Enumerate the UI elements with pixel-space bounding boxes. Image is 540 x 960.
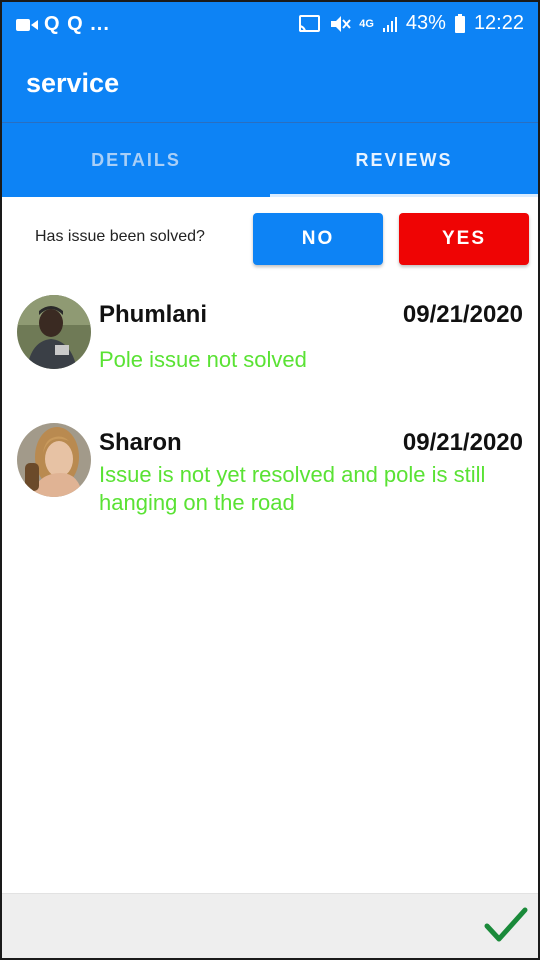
page-title: service [26,68,120,98]
battery-percent: 43% [405,12,446,34]
status-notifications: Q Q ... [44,13,110,35]
tab-details[interactable]: DETAILS [2,123,270,197]
review-date: 09/21/2020 [402,301,523,328]
video-icon [16,18,38,31]
avatar [17,423,91,497]
battery-icon [454,13,465,33]
solved-row: Has issue been solved? NO YES [2,196,538,280]
tab-bar: DETAILS REVIEWS [2,122,538,197]
signal-icon [382,16,397,32]
clock: 12:22 [473,12,524,34]
status-right: 4G 43% 12:22 [297,12,524,35]
screen: Q Q ... 4G 43% 12:22 service DETAILS REV… [2,2,538,958]
mute-icon [331,15,351,32]
bottom-bar [2,893,538,958]
yes-button[interactable]: YES [399,213,529,265]
reviewer-name: Sharon [99,429,182,456]
cast-icon [299,14,321,32]
review-item: Sharon 09/21/2020 Issue is not yet resol… [2,423,538,533]
avatar [17,295,91,369]
app-bar: service [2,46,538,122]
review-date: 09/21/2020 [402,429,523,456]
tab-reviews[interactable]: REVIEWS [270,123,538,197]
network-type: 4G [359,17,374,30]
review-text: Pole issue not solved [99,347,307,372]
status-left: Q Q ... [16,13,110,36]
review-item: Phumlani 09/21/2020 Pole issue not solve… [2,295,538,385]
status-bar: Q Q ... 4G 43% 12:22 [2,2,538,46]
review-text: Issue is not yet resolved and pole is st… [99,462,486,515]
check-icon[interactable] [484,906,528,944]
solved-question: Has issue been solved? [35,228,205,245]
reviewer-name: Phumlani [99,301,208,328]
no-button[interactable]: NO [253,213,383,265]
